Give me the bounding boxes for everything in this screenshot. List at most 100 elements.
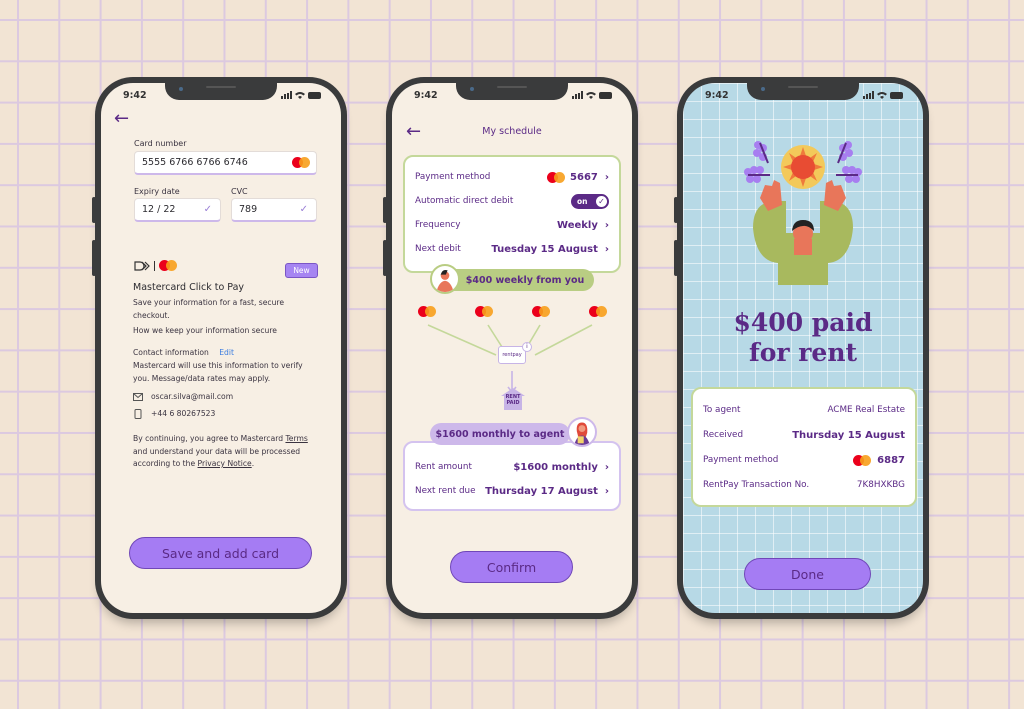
person-icon [753,180,853,285]
to-agent-label: To agent [703,405,741,415]
weekly-amount-tag: $400 weekly from you [442,269,594,291]
celebration-illustration [744,141,862,285]
contact-description: Mastercard will use this information to … [133,361,303,383]
mastercard-icon [475,306,493,317]
signal-icon [863,91,874,99]
next-rent-row[interactable]: Next rent due Thursday 17 August › [415,483,609,499]
volume-down-button [92,240,96,276]
page-title: My schedule [482,126,542,137]
volume-up-button [674,197,678,223]
cvc-label: CVC [231,187,248,196]
contact-info-row: Contact information Edit [133,347,311,360]
mastercard-icon [292,157,310,168]
status-time: 9:42 [123,90,147,101]
contact-info-label: Contact information [133,348,209,357]
received-value: Thursday 15 August [792,429,905,441]
rent-paid-house-icon: RENT PAID [501,388,525,410]
edit-link[interactable]: Edit [219,348,234,357]
privacy-notice-link[interactable]: Privacy Notice [198,459,252,468]
terms-link[interactable]: Terms [285,434,307,443]
phone-value: +44 6 80267523 [151,409,216,418]
email-value: oscar.silva@mail.com [151,392,234,401]
next-debit-label: Next debit [415,244,461,254]
save-and-add-card-button[interactable]: Save and add card [129,537,312,569]
wifi-icon [295,92,305,99]
secure-info-link[interactable]: How we keep your information secure [133,325,311,338]
payment-method-value: 6887 [877,454,905,466]
transaction-row: RentPay Transaction No. 7K8HXKBG [703,478,905,492]
chevron-right-icon: › [604,461,609,473]
status-time: 9:42 [705,90,729,101]
click-to-pay-title: Mastercard Click to Pay [133,282,245,293]
mail-icon [133,393,143,402]
frequency-row[interactable]: Frequency Weekly › [415,217,609,233]
receipt-card: To agent ACME Real Estate Received Thurs… [691,387,917,507]
status-time: 9:42 [414,90,438,101]
screen: 9:42 ← Card number 5555 6766 6766 6746 E… [101,83,341,613]
notch [165,83,277,100]
headline-line2: for rent [748,338,858,367]
payment-method-row: Payment method 6887 [703,453,905,467]
mastercard-icon [589,306,607,317]
info-icon[interactable]: i [522,342,532,352]
frequency-label: Frequency [415,220,461,230]
schedule-card: Payment method 5667 › Automatic direct de… [403,155,621,273]
sun-icon [781,145,825,189]
rent-amount-value: $1600 monthly [513,461,598,473]
new-badge: New [285,263,318,278]
transaction-value: 7K8HXKBG [856,480,905,490]
phone-confirmation: 9:42 $400 paid for rent To agent ACME Re… [674,77,929,619]
chevron-right-icon: › [604,171,609,183]
mastercard-icon [418,306,436,317]
next-debit-row[interactable]: Next debit Tuesday 15 August › [415,241,609,257]
phone-schedule: 9:42 ← My schedule Payment method 5667 › … [383,77,638,619]
volume-up-button [383,197,387,223]
notch [456,83,568,100]
mastercard-icon [547,171,566,183]
click-to-pay-icon [134,260,150,271]
click-to-pay-description: Save your information for a fast, secure… [133,298,285,320]
battery-icon [308,91,321,99]
auto-debit-toggle[interactable]: on ✓ [571,193,609,209]
chevron-right-icon: › [604,219,609,231]
volume-down-button [674,240,678,276]
chevron-right-icon: › [604,485,609,497]
to-agent-value: ACME Real Estate [827,405,905,415]
check-icon: ✓ [596,195,607,207]
agent-avatar [567,417,597,447]
mobile-phone-icon [134,409,142,420]
wifi-icon [586,92,596,99]
cvc-input[interactable]: 789 ✓ [231,198,317,222]
received-label: Received [703,430,744,440]
payment-method-label: Payment method [703,455,779,465]
signal-icon [281,91,292,99]
toggle-state: on [577,196,588,206]
frequency-value: Weekly [557,219,598,231]
rent-amount-row[interactable]: Rent amount $1600 monthly › [415,459,609,475]
to-agent-row: To agent ACME Real Estate [703,403,905,417]
confirm-button[interactable]: Confirm [450,551,573,583]
terms-suffix: . [251,459,255,468]
email-row: oscar.silva@mail.com [133,391,311,404]
terms-prefix: By continuing, you agree to Mastercard [133,434,286,443]
rent-amount-label: Rent amount [415,462,472,472]
volume-up-button [92,197,96,223]
received-row: Received Thursday 15 August [703,428,905,442]
screen: 9:42 ← My schedule Payment method 5667 › … [392,83,632,613]
transaction-label: RentPay Transaction No. [703,480,810,490]
headline-line1: $400 paid [733,308,873,337]
done-button[interactable]: Done [744,558,871,590]
card-number-input[interactable]: 5555 6766 6766 6746 [134,151,317,175]
card-number-label: Card number [134,139,187,148]
next-rent-label: Next rent due [415,486,476,496]
expiry-input[interactable]: 12 / 22 ✓ [134,198,221,222]
check-icon: ✓ [203,204,212,215]
notch [747,83,859,100]
payment-method-row[interactable]: Payment method 5667 › [415,169,609,185]
back-arrow-icon[interactable]: ← [114,110,129,128]
battery-icon [890,91,903,99]
monthly-amount-tag: $1600 monthly to agent [430,423,570,445]
tenant-avatar [430,264,460,294]
auto-debit-row: Automatic direct debit on ✓ [415,193,609,209]
auto-debit-label: Automatic direct debit [415,196,514,206]
